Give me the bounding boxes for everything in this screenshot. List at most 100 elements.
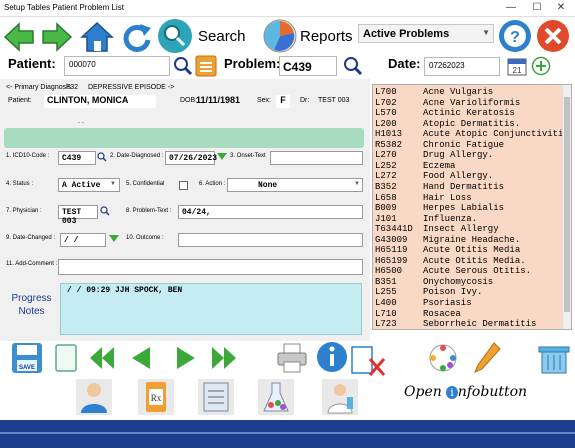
problem-code-field[interactable]: C439 — [279, 56, 337, 76]
doctor-tile[interactable] — [76, 379, 112, 415]
progress-notes-box[interactable]: / / 09:29 JJH SPOCK, BEN — [60, 283, 362, 335]
icd10-search-icon[interactable] — [97, 152, 107, 162]
prescription-tile[interactable]: Rx — [138, 379, 174, 415]
date-field[interactable]: 07262023 — [424, 57, 500, 76]
problem-list-desc: Drug Allergy. — [423, 150, 494, 161]
problem-list-desc: Psoriasis — [423, 298, 472, 308]
problem-list-code: L700 — [375, 87, 397, 97]
title-bar: Setup Tables Patient Problem List — ☐ ✕ — [0, 0, 575, 17]
date-changed-field[interactable]: / / — [60, 233, 106, 247]
patient-search-icon[interactable] — [173, 56, 193, 76]
problem-list-item[interactable]: L723 Seborrheic Dermatitis — [375, 319, 570, 329]
date-diagnosed-dropdown-icon[interactable] — [217, 153, 227, 161]
close-window-button[interactable]: ✕ — [550, 1, 572, 15]
problem-search-icon[interactable] — [343, 56, 363, 76]
date-diagnosed-label: 2. Date-Diagnosed : — [110, 153, 164, 159]
outcome-field[interactable] — [178, 233, 363, 247]
home-icon[interactable] — [80, 20, 114, 54]
problem-list-desc: Migraine Headache. — [423, 234, 521, 245]
primary-diagnosis-text[interactable]: DEPRESSIVE EPISODE -> — [88, 84, 174, 91]
header-dots: . . — [78, 118, 84, 125]
next-record-icon[interactable] — [173, 345, 199, 371]
ai-assistant-icon[interactable] — [428, 343, 458, 373]
problem-list-desc: Poison Ivy. — [423, 287, 483, 298]
progress-notes-label: Progress Notes — [4, 292, 59, 318]
physician-field[interactable]: TEST 003 — [58, 205, 98, 226]
add-comment-field[interactable] — [58, 259, 363, 275]
onset-field[interactable] — [270, 151, 363, 165]
lab-flask-icon — [263, 382, 289, 412]
problem-list-desc: Onychomycosis — [423, 276, 494, 287]
problem-list-code: G43009 — [375, 234, 408, 245]
help-icon[interactable]: ? — [498, 19, 532, 53]
problem-list-desc: Hand Dermatitis — [423, 181, 505, 192]
forward-arrow-icon[interactable] — [41, 21, 73, 53]
problem-list-code: J101 — [375, 213, 397, 224]
dob-label: DOB: — [180, 97, 198, 104]
problem-list-scrollbar[interactable] — [562, 85, 571, 329]
problem-list-code: T63441D — [375, 224, 413, 235]
problem-list-desc: Acute Serous Otitis. — [423, 266, 532, 277]
status-chevron-icon: ▼ — [110, 181, 116, 187]
close-icon[interactable] — [536, 19, 570, 53]
problem-list-desc: Atopic Dermatitis. — [423, 118, 521, 129]
delete-document-icon[interactable] — [350, 345, 388, 377]
problem-code-list[interactable]: L700 Acne Vulgaris L702 Acne Varioliformis L… — [372, 84, 572, 330]
problem-list-code: B352 — [375, 181, 397, 192]
menu-bar[interactable]: Setup Tables Patient Problem List — [4, 3, 124, 12]
confidential-checkbox[interactable] — [179, 181, 188, 190]
lab-technician-icon — [327, 384, 353, 414]
previous-record-icon[interactable] — [128, 345, 154, 371]
first-record-icon[interactable] — [88, 345, 116, 371]
calendar-icon[interactable]: 21 — [507, 56, 527, 76]
problem-filter-select[interactable]: Active Problems ▼ — [358, 24, 494, 43]
lab-technician-tile[interactable] — [322, 379, 358, 415]
problem-list-desc: Hair Loss — [423, 192, 472, 203]
reports-label[interactable]: Reports — [300, 28, 353, 45]
edit-pencil-icon[interactable] — [472, 341, 502, 375]
info-icon[interactable] — [316, 341, 348, 373]
problem-list-desc: Insect Allergy — [423, 224, 499, 235]
patient-name: CLINTON, MONICA — [44, 95, 156, 108]
action-chevron-icon: ▼ — [354, 181, 360, 187]
chart-tile[interactable] — [198, 379, 234, 415]
save-icon[interactable]: SAVE — [10, 341, 44, 375]
problem-text-field[interactable]: 04/24, — [178, 205, 363, 219]
icd10-field[interactable]: C439 — [58, 151, 96, 165]
last-record-icon[interactable] — [210, 345, 238, 371]
minimize-button[interactable]: — — [500, 1, 522, 15]
print-icon[interactable] — [276, 342, 308, 374]
problem-list-code: L710 — [375, 308, 397, 319]
patient-id-field[interactable]: 000070 — [64, 56, 170, 76]
physician-search-icon[interactable] — [100, 206, 110, 216]
trash-icon[interactable] — [536, 341, 572, 375]
add-date-icon[interactable] — [531, 56, 551, 76]
back-arrow-icon[interactable] — [3, 21, 35, 53]
problem-list-desc: Chronic Fatigue — [423, 139, 505, 150]
dr-value: TEST 003 — [318, 97, 350, 104]
problem-list-desc: Eczema — [423, 160, 456, 171]
search-label[interactable]: Search — [198, 28, 246, 45]
open-infobutton-link[interactable]: Open i nfobutton — [404, 384, 527, 400]
prescription-icon: Rx — [146, 382, 166, 412]
status-label: 4. Status : — [6, 181, 34, 187]
add-comment-label: 11. Add-Comment : — [6, 261, 58, 267]
open-infobutton-prefix: Open — [404, 384, 447, 400]
lab-tile[interactable] — [258, 379, 294, 415]
date-changed-dropdown-icon[interactable] — [109, 235, 119, 243]
date-diagnosed-field[interactable]: 07/26/2023 — [165, 151, 217, 165]
copy-icon[interactable] — [52, 343, 80, 373]
progress-note-entry[interactable]: / / 09:29 JJH SPOCK, BEN — [67, 286, 355, 295]
action-select[interactable]: None — [227, 178, 363, 192]
patient-list-icon[interactable] — [195, 55, 217, 77]
refresh-icon[interactable] — [120, 20, 154, 54]
onset-label: 3. Onset-Text — [230, 153, 266, 159]
save-label: SAVE — [19, 365, 35, 371]
problem-text-label: 8. Problem-Text : — [126, 208, 172, 214]
reports-icon[interactable] — [262, 18, 298, 54]
primary-diagnosis-label[interactable]: <- Primary Diagnosis — [6, 84, 71, 91]
problem-list-scroll-thumb[interactable] — [564, 97, 570, 312]
maximize-button[interactable]: ☐ — [526, 1, 548, 15]
search-icon[interactable] — [157, 18, 193, 54]
medical-chart-icon — [203, 382, 229, 412]
